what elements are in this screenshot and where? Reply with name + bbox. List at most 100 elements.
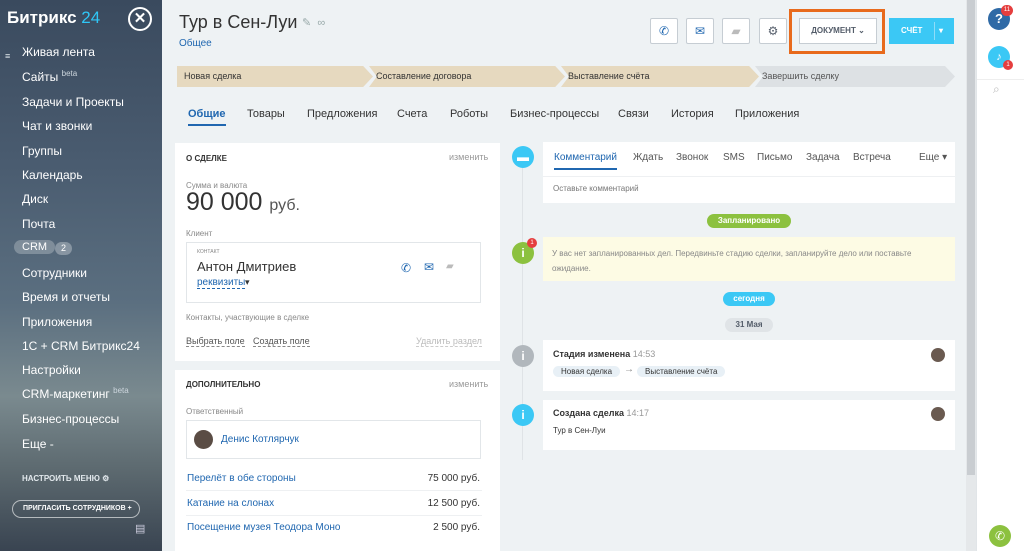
chat-icon: ▰ bbox=[731, 24, 741, 38]
menu-icon: ≡ bbox=[5, 51, 11, 61]
select-field-link[interactable]: Выбрать поле bbox=[186, 336, 245, 347]
sidebar-item-live-feed[interactable]: Живая лента bbox=[22, 45, 95, 59]
chat-button[interactable]: ▰ bbox=[722, 18, 750, 44]
divider bbox=[186, 490, 482, 491]
product-name[interactable]: Катание на слонах bbox=[187, 498, 274, 509]
sidebar-item-crm-marketing[interactable]: CRM-маркетинг beta bbox=[22, 386, 129, 401]
sidebar-item-crm[interactable]: CRM bbox=[14, 240, 56, 254]
link-icon[interactable]: ∞ bbox=[317, 17, 325, 29]
sidebar-item-sites[interactable]: Сайты beta bbox=[22, 69, 77, 84]
sidebar-item-time[interactable]: Время и отчеты bbox=[22, 290, 110, 304]
sidebar-item-label: Сайты bbox=[22, 70, 59, 84]
sidebar-item-calendar[interactable]: Календарь bbox=[22, 168, 83, 182]
arrow-right-icon: → bbox=[624, 364, 634, 375]
stage-contract[interactable]: Составление договора bbox=[369, 66, 565, 87]
logo[interactable]: Битрикс 24 bbox=[7, 8, 100, 28]
search-icon[interactable]: ⌕ bbox=[993, 82, 1000, 97]
bell-count-badge: 1 bbox=[1003, 60, 1013, 70]
tab-history[interactable]: История bbox=[671, 108, 714, 120]
invite-employees-button[interactable]: ПРИГЛАСИТЬ СОТРУДНИКОВ + bbox=[12, 500, 140, 518]
bill-button[interactable]: СЧЁТ ▾ bbox=[889, 18, 954, 44]
sidebar-item-tasks[interactable]: Задачи и Проекты bbox=[22, 95, 124, 109]
tab-letter[interactable]: Письмо bbox=[757, 152, 792, 163]
phone-button[interactable]: ✆ bbox=[650, 18, 678, 44]
sidebar-item-more[interactable]: Еще - bbox=[22, 437, 54, 451]
deal-amount: 90 000 руб. bbox=[186, 188, 300, 217]
sidebar-item-chat[interactable]: Чат и звонки bbox=[22, 119, 92, 133]
sidebar-item-settings[interactable]: Настройки bbox=[22, 363, 81, 377]
create-field-link[interactable]: Создать поле bbox=[253, 336, 310, 347]
avatar bbox=[931, 348, 945, 362]
stage-finish[interactable]: Завершить сделку bbox=[755, 66, 955, 87]
comment-input[interactable]: Оставьте комментарий bbox=[553, 184, 639, 193]
avatar bbox=[194, 430, 213, 449]
contact-name[interactable]: Антон Дмитриев bbox=[197, 259, 296, 274]
tab-products[interactable]: Товары bbox=[247, 108, 285, 120]
sidebar-item-bp[interactable]: Бизнес-процессы bbox=[22, 412, 119, 426]
tab-links[interactable]: Связи bbox=[618, 108, 649, 120]
document-button[interactable]: ДОКУМЕНТ ⌄ bbox=[799, 18, 877, 44]
tab-invoices[interactable]: Счета bbox=[397, 108, 427, 120]
tab-business-processes[interactable]: Бизнес-процессы bbox=[510, 108, 599, 120]
tab-call[interactable]: Звонок bbox=[676, 152, 708, 163]
product-price: 75 000 руб. bbox=[427, 473, 480, 484]
page-title: Тур в Сен-Луи bbox=[179, 12, 298, 32]
responsible-name[interactable]: Денис Котлярчук bbox=[221, 434, 299, 445]
event-title: Стадия изменена 14:53 bbox=[553, 349, 655, 359]
responsible-label: Ответственный bbox=[186, 407, 244, 416]
extra-heading: ДОПОЛНИТЕЛЬНО bbox=[186, 380, 261, 389]
tab-task[interactable]: Задача bbox=[806, 152, 840, 163]
tab-sms[interactable]: SMS bbox=[723, 152, 745, 163]
divider bbox=[977, 79, 1024, 80]
tab-apps[interactable]: Приложения bbox=[735, 108, 799, 120]
category-link[interactable]: Общее bbox=[179, 38, 212, 49]
contacts-label: Контакты, участвующие в сделке bbox=[186, 313, 310, 322]
logo-number: 24 bbox=[76, 8, 101, 27]
event-time: 14:53 bbox=[632, 349, 656, 359]
sidebar-item-employees[interactable]: Сотрудники bbox=[22, 266, 87, 280]
email-button[interactable]: ✉ bbox=[686, 18, 714, 44]
amount-value: 90 000 bbox=[186, 188, 263, 216]
event-text: Тур в Сен-Луи bbox=[553, 426, 606, 435]
deal-edit-link[interactable]: изменить bbox=[449, 152, 488, 162]
printer-icon[interactable]: ▤ bbox=[135, 522, 145, 535]
stage-invoice[interactable]: Выставление счёта bbox=[561, 66, 759, 87]
phone-icon[interactable]: ✆ bbox=[401, 261, 411, 275]
tab-comment[interactable]: Комментарий bbox=[554, 152, 617, 170]
sidebar-item-mail[interactable]: Почта bbox=[22, 217, 55, 231]
tab-general[interactable]: Общие bbox=[188, 108, 226, 126]
tab-offers[interactable]: Предложения bbox=[307, 108, 378, 120]
extra-edit-link[interactable]: изменить bbox=[449, 379, 488, 389]
chevron-down-icon[interactable]: ▾ bbox=[245, 277, 250, 288]
settings-button[interactable]: ⚙ bbox=[759, 18, 787, 44]
tab-more-label: Еще bbox=[919, 152, 940, 163]
product-name[interactable]: Перелёт в обе стороны bbox=[187, 473, 296, 484]
close-menu-button[interactable]: ✕ bbox=[128, 7, 152, 31]
planned-text: У вас нет запланированных дел. Передвинь… bbox=[552, 249, 912, 273]
configure-menu-link[interactable]: НАСТРОИТЬ МЕНЮ ⚙ bbox=[22, 474, 109, 483]
sidebar-item-disk[interactable]: Диск bbox=[22, 192, 48, 206]
tab-wait[interactable]: Ждать bbox=[633, 152, 663, 163]
product-name[interactable]: Посещение музея Теодора Моно bbox=[187, 522, 341, 533]
sidebar-item-apps[interactable]: Приложения bbox=[22, 315, 92, 329]
info-icon: i bbox=[512, 404, 534, 426]
info-icon: i bbox=[512, 345, 534, 367]
tab-meeting[interactable]: Встреча bbox=[853, 152, 891, 163]
event-time: 14:17 bbox=[626, 408, 650, 418]
envelope-icon[interactable]: ✉ bbox=[424, 260, 434, 274]
chat-icon[interactable]: ▰ bbox=[446, 261, 454, 272]
product-price: 2 500 руб. bbox=[433, 522, 480, 533]
chevron-down-icon[interactable]: ▾ bbox=[939, 18, 943, 44]
tab-robots[interactable]: Роботы bbox=[450, 108, 488, 120]
stage-new[interactable]: Новая сделка bbox=[177, 66, 373, 87]
sidebar-item-groups[interactable]: Группы bbox=[22, 144, 62, 158]
phone-icon: ✆ bbox=[658, 24, 670, 38]
delete-section-link[interactable]: Удалить раздел bbox=[416, 336, 482, 347]
requisites-link[interactable]: реквизиты bbox=[197, 277, 246, 289]
deal-heading: О СДЕЛКЕ bbox=[186, 154, 227, 163]
pencil-icon[interactable]: ✎ bbox=[302, 17, 311, 29]
scrollbar-thumb[interactable] bbox=[967, 0, 975, 475]
tab-more[interactable]: Еще ▾ bbox=[919, 152, 947, 163]
sidebar-item-1c[interactable]: 1С + CRM Битрикс24 bbox=[22, 339, 140, 353]
phone-icon[interactable]: ✆ bbox=[989, 525, 1011, 547]
